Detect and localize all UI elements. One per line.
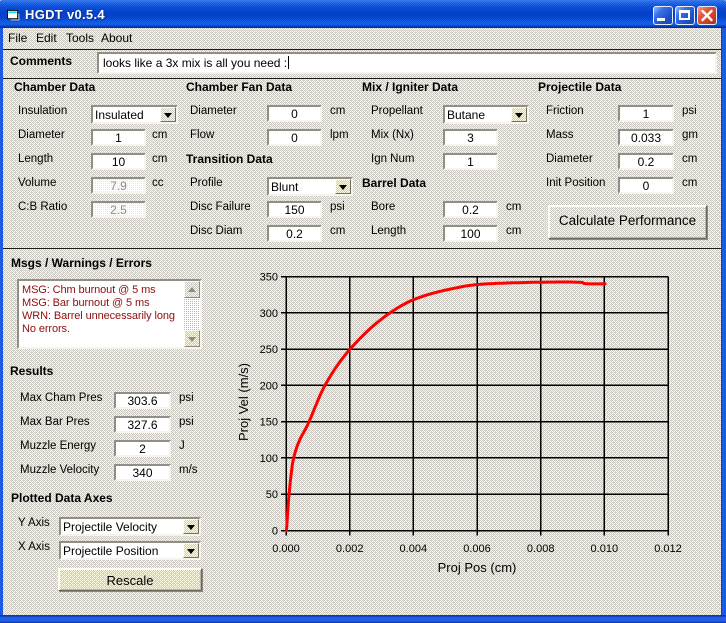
svg-text:0.002: 0.002 — [336, 543, 364, 555]
svg-text:0.000: 0.000 — [272, 543, 300, 555]
svg-text:0.012: 0.012 — [654, 543, 682, 555]
svg-text:300: 300 — [260, 308, 278, 320]
svg-text:0: 0 — [272, 526, 278, 538]
svg-text:250: 250 — [260, 344, 278, 356]
svg-text:Proj Pos (cm): Proj Pos (cm) — [438, 560, 517, 575]
svg-text:0.006: 0.006 — [463, 543, 491, 555]
svg-text:100: 100 — [260, 453, 278, 465]
svg-text:350: 350 — [260, 272, 278, 284]
svg-text:0.008: 0.008 — [527, 543, 555, 555]
svg-text:150: 150 — [260, 417, 278, 429]
svg-text:0.010: 0.010 — [591, 543, 619, 555]
svg-text:50: 50 — [266, 489, 278, 501]
svg-text:0.004: 0.004 — [400, 543, 428, 555]
svg-text:200: 200 — [260, 380, 278, 392]
svg-text:Proj Vel (m/s): Proj Vel (m/s) — [236, 363, 251, 441]
